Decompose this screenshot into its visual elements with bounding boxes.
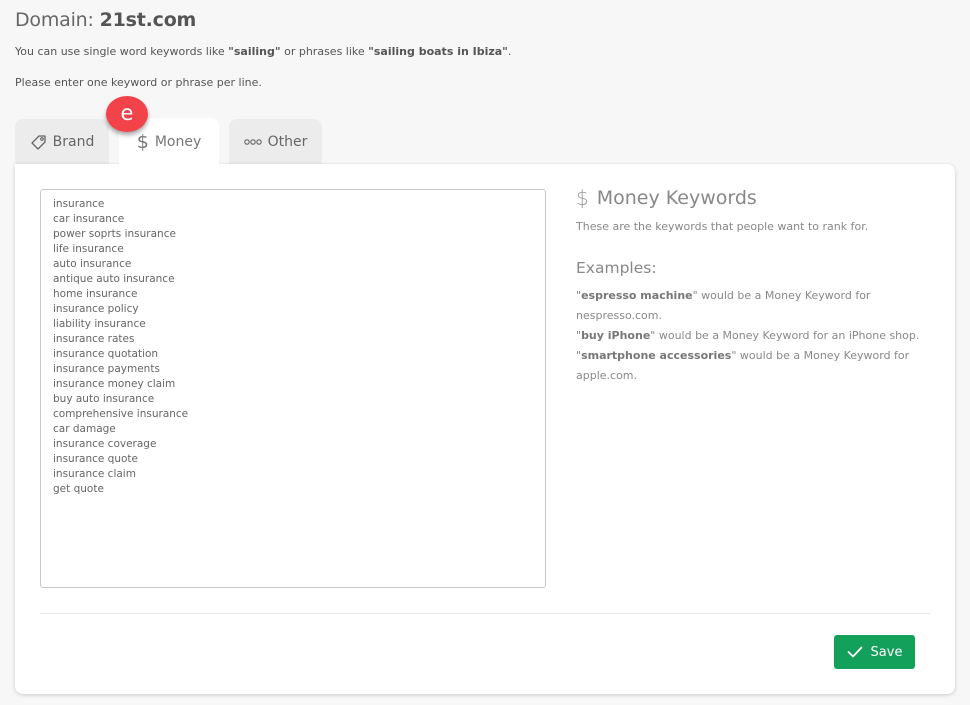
intro-example-1: "sailing" [228,45,281,58]
tab-other[interactable]: Other [229,119,322,165]
example-item: "smartphone accessories" would be a Mone… [576,349,910,382]
help-title: $ Money Keywords [576,186,936,210]
help-section: $ Money Keywords These are the keywords … [576,186,936,386]
save-button[interactable]: Save [834,635,915,669]
examples-heading: Examples: [576,259,657,277]
example-keyword: smartphone accessories [581,349,732,362]
domain-label: Domain: [15,9,94,31]
save-label: Save [870,644,903,660]
intro-text: You can use single word keywords like "s… [15,45,511,58]
domain-value: 21st.com [99,9,197,31]
tab-money-label: Money [154,134,202,150]
tab-other-label: Other [267,134,308,150]
tab-brand-label: Brand [52,134,95,150]
example-text: " would be a Money Keyword for an iPhone… [650,329,920,342]
intro-example-2: "sailing boats in Ibiza" [368,45,508,58]
step-badge: e [106,96,148,132]
example-item: "buy iPhone" would be a Money Keyword fo… [576,329,920,342]
help-title-text: Money Keywords [596,187,757,209]
dollar-icon: $ [576,186,589,210]
money-keywords-panel: $ Money Keywords These are the keywords … [15,164,955,694]
tag-icon [30,134,47,151]
example-keyword: buy iPhone [581,329,651,342]
checkmark-icon [847,646,863,658]
tab-brand[interactable]: Brand [15,119,109,165]
example-item: "espresso machine" would be a Money Keyw… [576,289,871,322]
help-subtitle: These are the keywords that people want … [576,220,869,233]
instruction-text: Please enter one keyword or phrase per l… [15,76,262,89]
dollar-icon: $ [136,131,149,153]
examples-list: "espresso machine" would be a Money Keyw… [576,286,936,386]
footer-divider [40,613,930,614]
keywords-textarea[interactable] [40,189,546,588]
example-keyword: espresso machine [581,289,693,302]
intro-middle: or phrases like [280,45,369,58]
dots-icon [243,138,262,146]
intro-suffix: . [507,45,512,58]
page-title: Domain: 21st.com [15,9,196,31]
intro-prefix: You can use single word keywords like [15,45,229,58]
